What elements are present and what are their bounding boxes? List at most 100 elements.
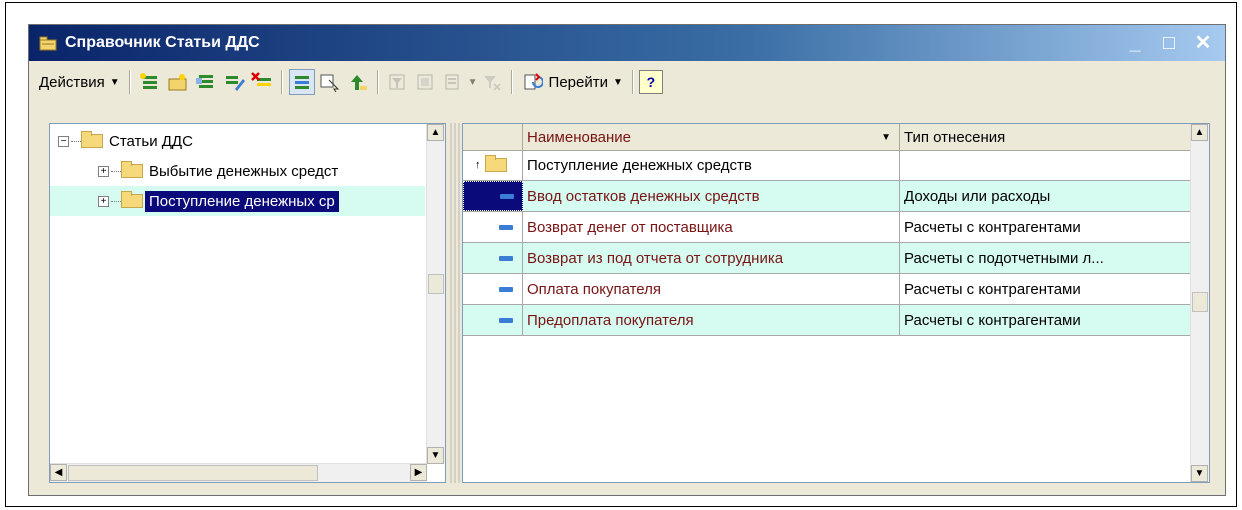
add-group-icon[interactable] <box>165 69 191 95</box>
row-marker <box>463 305 523 335</box>
help-button[interactable]: ? <box>638 70 663 94</box>
folder-icon <box>484 155 507 172</box>
goto-label: Перейти <box>548 73 608 91</box>
table-header: Наименование ▼ Тип отнесения <box>463 124 1191 151</box>
scroll-up-icon[interactable]: ▲ <box>427 124 444 141</box>
table-row[interactable]: Возврат из под отчета от сотрудника Расч… <box>463 243 1191 274</box>
row-name: Ввод остатков денежных средств <box>523 181 900 211</box>
tree-horizontal-scrollbar[interactable]: ◀ ▶ <box>50 463 427 482</box>
title-bar[interactable]: Справочник Статьи ДДС _ □ ✕ <box>29 25 1225 61</box>
filter-icon[interactable] <box>385 69 411 95</box>
row-marker <box>463 212 523 242</box>
scroll-thumb[interactable] <box>428 274 444 294</box>
toolbar-separator <box>128 70 131 94</box>
table-row[interactable]: Ввод остатков денежных средств Доходы ил… <box>463 181 1191 212</box>
expand-icon[interactable]: + <box>98 195 109 207</box>
maximize-button[interactable]: □ <box>1157 31 1181 55</box>
tree-connector <box>111 170 121 172</box>
scroll-up-icon[interactable]: ▲ <box>1191 124 1208 141</box>
toolbar-separator <box>280 70 283 94</box>
hierarchy-toggle-icon[interactable] <box>288 69 315 95</box>
delete-item-icon[interactable] <box>249 69 275 95</box>
row-marker <box>463 243 523 273</box>
clear-filter-icon[interactable] <box>479 69 505 95</box>
items-table[interactable]: Наименование ▼ Тип отнесения ↑ Поступлен… <box>462 123 1210 483</box>
row-type: Доходы или расходы <box>900 181 1191 211</box>
row-type: Расчеты с контрагентами <box>900 274 1191 304</box>
table-row[interactable]: Оплата покупателя Расчеты с контрагентам… <box>463 274 1191 305</box>
toolbar-separator <box>510 70 513 94</box>
row-name: Возврат из под отчета от сотрудника <box>523 243 900 273</box>
chevron-down-icon: ▼ <box>109 76 120 88</box>
row-name: Возврат денег от поставщика <box>523 212 900 242</box>
row-type: Расчеты с подотчетными л... <box>900 243 1191 273</box>
scroll-down-icon[interactable]: ▼ <box>1191 465 1208 482</box>
table-row-parent[interactable]: ↑ Поступление денежных средств <box>463 150 1191 181</box>
groups-tree[interactable]: − Статьи ДДС + Выбытие денежных средст +… <box>49 123 446 483</box>
tree-item-label: Поступление денежных ср <box>145 190 339 212</box>
sort-down-icon: ▼ <box>881 131 891 143</box>
tree-item-outflow[interactable]: + Выбытие денежных средст <box>98 156 425 186</box>
tree-root-label: Статьи ДДС <box>109 132 193 150</box>
catalog-icon <box>39 35 57 51</box>
tree-root-row[interactable]: − Статьи ДДС <box>58 126 197 156</box>
catalog-window: Справочник Статьи ДДС _ □ ✕ Действия ▼ ▼… <box>28 24 1226 496</box>
row-name: Предоплата покупателя <box>523 305 900 335</box>
level-up-arrow-icon: ↑ <box>475 159 481 171</box>
level-up-icon[interactable] <box>345 69 371 95</box>
expand-icon[interactable]: + <box>98 165 109 177</box>
tree-vertical-scrollbar[interactable]: ▲ ▼ <box>426 124 445 464</box>
toolbar-separator <box>376 70 379 94</box>
tree-item-label: Выбытие денежных средст <box>149 162 339 180</box>
scroll-right-icon[interactable]: ▶ <box>410 464 427 481</box>
close-button[interactable]: ✕ <box>1191 31 1215 55</box>
item-icon <box>500 193 514 199</box>
row-marker: ↑ <box>463 150 523 180</box>
folder-icon <box>81 131 103 148</box>
filter-history-icon[interactable] <box>441 69 467 95</box>
item-icon <box>499 224 513 230</box>
tree-connector <box>71 140 81 142</box>
actions-menu-button[interactable]: Действия ▼ <box>35 70 124 95</box>
column-header-type[interactable]: Тип отнесения <box>900 124 1191 150</box>
actions-label: Действия <box>39 73 105 91</box>
row-type: Расчеты с контрагентами <box>900 212 1191 242</box>
row-marker <box>463 274 523 304</box>
scroll-left-icon[interactable]: ◀ <box>50 464 67 481</box>
toolbar: Действия ▼ ▼ Перейти ▼ ? <box>29 62 1225 102</box>
scroll-thumb[interactable] <box>68 465 318 481</box>
add-item-icon[interactable] <box>137 69 163 95</box>
folder-icon <box>121 161 143 178</box>
table-row[interactable]: Возврат денег от поставщика Расчеты с ко… <box>463 212 1191 243</box>
table-row[interactable]: Предоплата покупателя Расчеты с контраге… <box>463 305 1191 336</box>
tree-view-icon[interactable] <box>317 69 343 95</box>
column-header-name[interactable]: Наименование ▼ <box>523 124 900 150</box>
folder-icon <box>121 191 143 208</box>
minimize-button[interactable]: _ <box>1123 31 1147 55</box>
copy-item-icon[interactable] <box>193 69 219 95</box>
column-type-label: Тип отнесения <box>904 128 1006 146</box>
row-type <box>900 150 1191 180</box>
goto-menu-button[interactable]: Перейти ▼ <box>518 65 627 99</box>
column-header-icon[interactable] <box>463 124 523 150</box>
window-title: Справочник Статьи ДДС <box>65 34 260 51</box>
filter-by-value-icon[interactable] <box>413 69 439 95</box>
row-name: Поступление денежных средств <box>523 150 900 180</box>
item-icon <box>499 317 513 323</box>
edit-item-icon[interactable] <box>221 69 247 95</box>
scroll-down-icon[interactable]: ▼ <box>427 447 444 464</box>
tree-item-inflow[interactable]: + Поступление денежных ср <box>50 186 425 216</box>
scroll-thumb[interactable] <box>1192 292 1208 312</box>
chevron-down-icon: ▼ <box>612 76 623 88</box>
row-marker <box>463 181 523 211</box>
table-vertical-scrollbar[interactable]: ▲ ▼ <box>1190 124 1209 482</box>
refresh-icon <box>523 69 543 95</box>
chevron-down-icon[interactable]: ▼ <box>468 77 478 88</box>
panel-splitter[interactable] <box>448 123 460 483</box>
item-icon <box>499 255 513 261</box>
collapse-icon[interactable]: − <box>58 135 69 147</box>
row-type: Расчеты с контрагентами <box>900 305 1191 335</box>
toolbar-separator <box>631 70 634 94</box>
column-name-label: Наименование <box>527 128 631 146</box>
item-icon <box>499 286 513 292</box>
